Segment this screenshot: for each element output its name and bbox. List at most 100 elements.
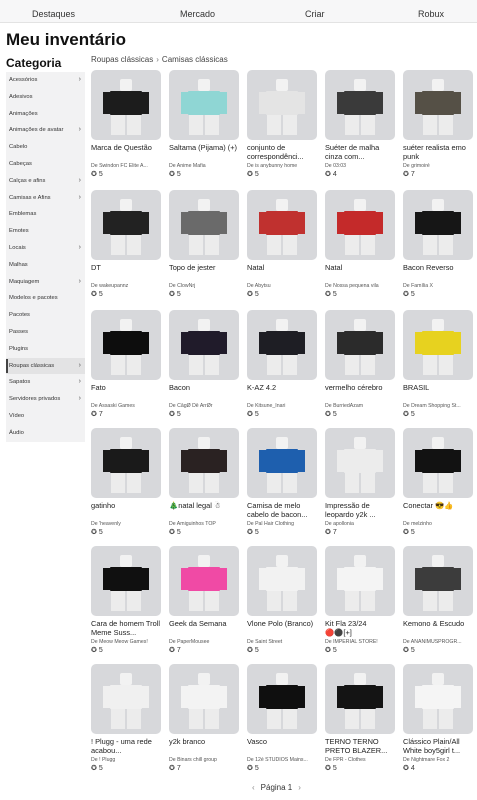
item-creator[interactable]: De ! Plugg [91,757,161,764]
item-card[interactable]: Geek da Semana De PaperMousee ✪ 7 [169,546,239,656]
item-card[interactable]: Kemono & Escudo De ANANIMUSPROGR... ✪ 5 [403,546,473,656]
item-thumbnail[interactable] [403,664,473,734]
item-creator[interactable]: De PaperMousee [169,639,239,646]
item-name[interactable]: Vlone Polo (Branco) [247,619,317,639]
item-creator[interactable]: De 12é STUDIOS Mains... [247,757,317,764]
sidebar-item-1[interactable]: Adesivos [6,89,85,106]
sidebar-item-0[interactable]: Acessórios › [6,72,85,89]
item-card[interactable]: DT De wakeupannz ✪ 5 [91,190,161,300]
sidebar-item-15[interactable]: Passes [6,324,85,341]
item-creator[interactable]: De Swindon FC Elite A... [91,163,161,170]
nav-item-2[interactable]: Criar [305,9,325,19]
sidebar-item-3[interactable]: Animações de avatar › [6,122,85,139]
item-creator[interactable]: De apollonia [325,521,395,528]
item-creator[interactable]: De 'heavenly [91,521,161,528]
item-name[interactable]: Natal [247,263,317,283]
prev-page-button[interactable]: ‹ [252,783,255,792]
item-thumbnail[interactable] [247,664,317,734]
item-creator[interactable]: De grimoiré [403,163,473,170]
item-card[interactable]: Suéter de malha cinza com... De 03:03 ✪ 4 [325,70,395,180]
item-name[interactable]: gatinho [91,501,161,521]
item-creator[interactable]: De melzinho [403,521,473,528]
item-thumbnail[interactable] [247,70,317,140]
item-creator[interactable]: De BurriedAzam [325,403,395,410]
item-name[interactable]: Vasco [247,737,317,757]
item-creator[interactable]: De 03:03 [325,163,395,170]
item-thumbnail[interactable] [169,546,239,616]
item-creator[interactable]: De Amiguinhos TOP [169,521,239,528]
item-creator[interactable]: De Pal Hair Clothing [247,521,317,528]
item-name[interactable]: Fato [91,383,161,403]
item-card[interactable]: Vlone Polo (Branco) De Saint Street ✪ 5 [247,546,317,656]
next-page-button[interactable]: › [298,783,301,792]
item-card[interactable]: Kit Fla 23/24 🔴⚫[+] De IMPERIAL STORE! ✪ 5 [325,546,395,656]
sidebar-item-7[interactable]: Camisas e Afins › [6,190,85,207]
item-thumbnail[interactable] [403,546,473,616]
item-name[interactable]: vermelho cérebro [325,383,395,403]
item-creator[interactable]: De ANANIMUSPROGR... [403,639,473,646]
sidebar-item-9[interactable]: Emotes [6,223,85,240]
item-creator[interactable]: De Assaski Games [91,403,161,410]
item-thumbnail[interactable] [325,70,395,140]
sidebar-item-8[interactable]: Emblemas [6,206,85,223]
item-card[interactable]: Marca de Questão De Swindon FC Elite A...… [91,70,161,180]
item-creator[interactable]: De Saint Street [247,639,317,646]
item-thumbnail[interactable] [325,546,395,616]
item-name[interactable]: suéter realista emo punk [403,143,473,163]
item-thumbnail[interactable] [91,664,161,734]
item-thumbnail[interactable] [91,428,161,498]
item-thumbnail[interactable] [91,546,161,616]
item-name[interactable]: Bacon Reverso [403,263,473,283]
item-card[interactable]: vermelho cérebro De BurriedAzam ✪ 5 [325,310,395,420]
item-card[interactable]: Bacon Reverso De Família X ✪ 5 [403,190,473,300]
item-card[interactable]: Saltama (Pijama) (+) De Anime Mafia ✪ 5 [169,70,239,180]
item-creator[interactable]: De Nightmare Fox 2 [403,757,473,764]
item-card[interactable]: Natal De Abytsu ✪ 5 [247,190,317,300]
item-card[interactable]: gatinho De 'heavenly ✪ 5 [91,428,161,538]
item-creator[interactable]: De FPR - Clothes [325,757,395,764]
item-thumbnail[interactable] [247,428,317,498]
item-name[interactable]: Cara de homem Troll Meme Suss... [91,619,161,639]
item-creator[interactable]: De CāgØ Dē ArrØr [169,403,239,410]
item-card[interactable]: ! Plugg - uma rede acabou... De ! Plugg ✪ 5 [91,664,161,774]
item-name[interactable]: Bacon [169,383,239,403]
item-name[interactable]: Clássico Plain/All White boy5girl t... [403,737,473,757]
item-creator[interactable]: De is anybunny home [247,163,317,170]
item-name[interactable]: Kit Fla 23/24 🔴⚫[+] [325,619,395,639]
item-name[interactable]: Kemono & Escudo [403,619,473,639]
sidebar-item-4[interactable]: Cabelo [6,139,85,156]
nav-item-0[interactable]: Destaques [32,9,75,19]
sidebar-item-14[interactable]: Pacotes [6,307,85,324]
item-name[interactable]: K-AZ 4.2 [247,383,317,403]
item-name[interactable]: 🎄natal legal ☃ [169,501,239,521]
sidebar-item-13[interactable]: Modelos e pacotes [6,290,85,307]
item-name[interactable]: Topo de jester [169,263,239,283]
sidebar-item-5[interactable]: Cabeças [6,156,85,173]
item-thumbnail[interactable] [169,428,239,498]
item-thumbnail[interactable] [247,310,317,380]
item-thumbnail[interactable] [91,190,161,260]
item-card[interactable]: Impressão de leopardo y2k ... De apolloni… [325,428,395,538]
sidebar-item-16[interactable]: Plugins [6,341,85,358]
item-thumbnail[interactable] [325,428,395,498]
item-thumbnail[interactable] [325,310,395,380]
breadcrumb-parent-link[interactable]: Roupas clássicas [91,55,153,64]
item-creator[interactable]: De ClowNrj [169,283,239,290]
item-thumbnail[interactable] [247,190,317,260]
item-name[interactable]: BRASIL [403,383,473,403]
item-name[interactable]: TERNO TERNO PRETO BLAZER... [325,737,395,757]
sidebar-item-17[interactable]: Roupas clássicas › [6,357,85,375]
item-card[interactable]: Topo de jester De ClowNrj ✪ 5 [169,190,239,300]
item-name[interactable]: Impressão de leopardo y2k ... [325,501,395,521]
item-name[interactable]: Natal [325,263,395,283]
item-creator[interactable]: De Família X [403,283,473,290]
item-card[interactable]: Cara de homem Troll Meme Suss... De Meow … [91,546,161,656]
item-card[interactable]: TERNO TERNO PRETO BLAZER... De FPR - Clot… [325,664,395,774]
item-card[interactable]: y2k branco De Binars chill group ✪ 7 [169,664,239,774]
item-thumbnail[interactable] [169,70,239,140]
item-thumbnail[interactable] [91,310,161,380]
sidebar-item-11[interactable]: Malhas [6,257,85,274]
item-thumbnail[interactable] [91,70,161,140]
item-card[interactable]: conjunto de correspondênci... De is anybu… [247,70,317,180]
sidebar-item-21[interactable]: Áudio [6,425,85,442]
